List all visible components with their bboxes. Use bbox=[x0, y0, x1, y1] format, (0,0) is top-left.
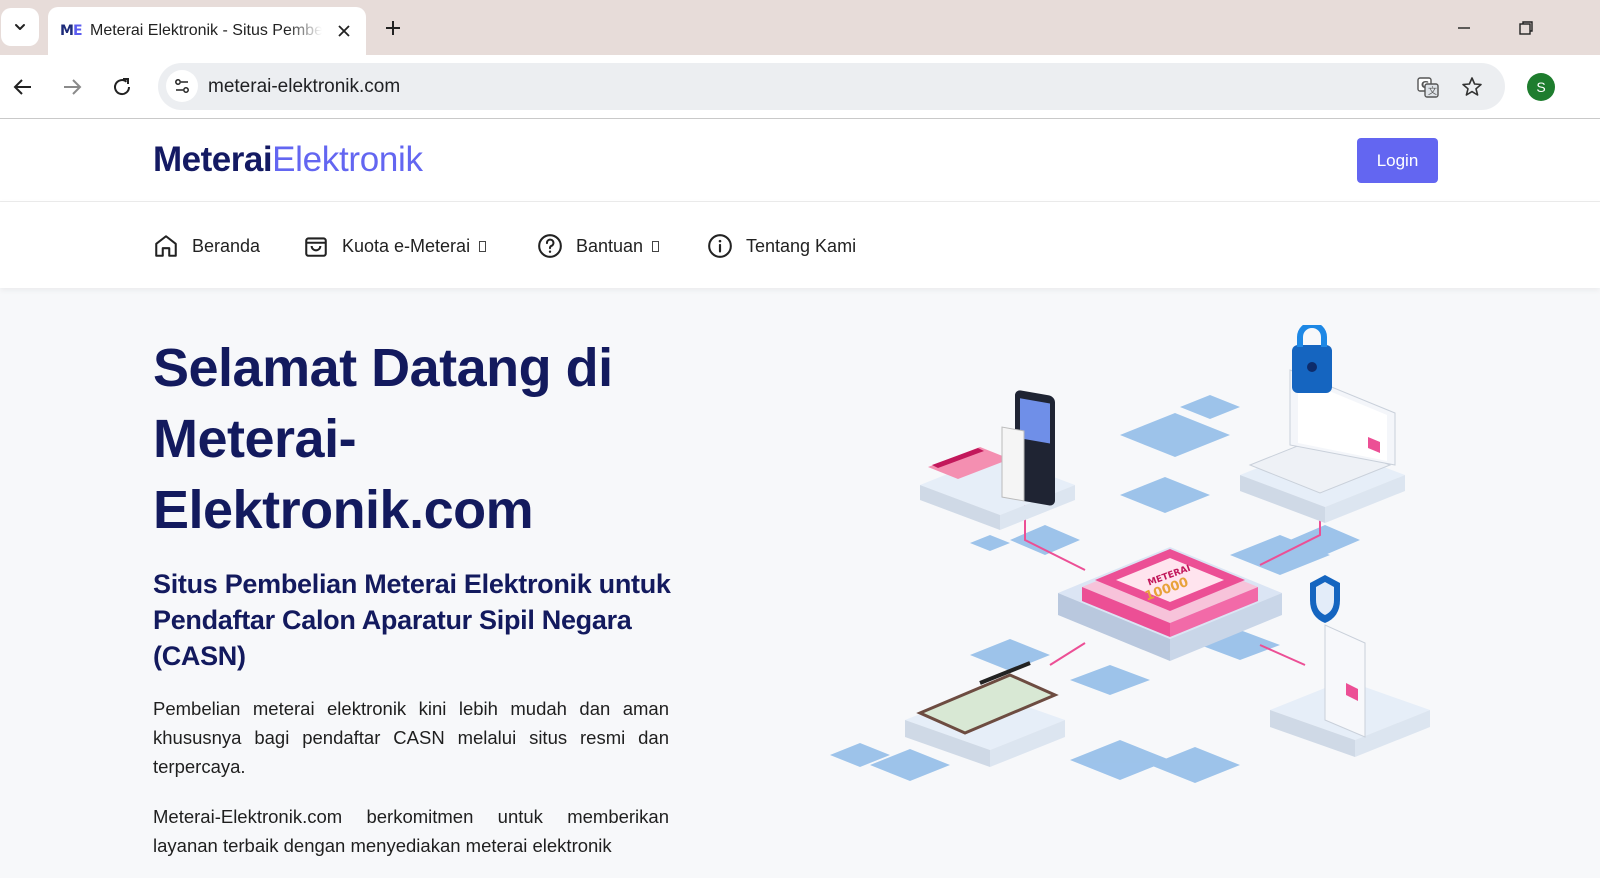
laptop-platform bbox=[1240, 325, 1405, 523]
tab-close-button[interactable] bbox=[332, 19, 356, 43]
hero-title: Selamat Datang di Meterai-Elektronik.com bbox=[153, 338, 613, 540]
nav-label: Kuota e-Meterai bbox=[342, 235, 471, 256]
dropdown-caret-icon bbox=[652, 240, 660, 252]
new-tab-button[interactable] bbox=[380, 15, 406, 41]
login-button[interactable]: Login bbox=[1357, 138, 1438, 183]
nav-label: Bantuan bbox=[576, 235, 644, 256]
hero-paragraph-1: Pembelian meterai elektronik kini lebih … bbox=[153, 698, 669, 777]
back-button[interactable] bbox=[7, 71, 39, 103]
translate-icon: G文 bbox=[1417, 77, 1439, 98]
nav-item-kuota-e-meterai[interactable]: Kuota e-Meterai bbox=[303, 232, 487, 260]
tab-search-button[interactable] bbox=[1, 8, 39, 46]
nav-item-beranda[interactable]: Beranda bbox=[153, 232, 260, 260]
shopping-bag-icon bbox=[305, 237, 327, 257]
tune-icon bbox=[175, 79, 189, 93]
hero-illustration: METERAI 10000 bbox=[830, 325, 1430, 783]
reload-button[interactable] bbox=[106, 71, 138, 103]
web-page: MeteraiElektronik Login Beranda Kuota e-… bbox=[0, 120, 1600, 878]
reload-icon bbox=[114, 78, 131, 96]
nav-label: Tentang Kami bbox=[746, 235, 857, 256]
home-icon bbox=[155, 235, 177, 257]
favicon: ME bbox=[60, 23, 82, 39]
dropdown-caret-icon bbox=[479, 240, 487, 252]
nav-item-tentang-kami[interactable]: Tentang Kami bbox=[707, 232, 856, 260]
browser-tab-active[interactable]: ME Meterai Elektronik - Situs Pembelian … bbox=[48, 7, 366, 55]
nav-label: Beranda bbox=[192, 235, 261, 256]
url-text[interactable]: meterai-elektronik.com bbox=[208, 76, 400, 98]
site-header: MeteraiElektronik Login bbox=[0, 120, 1600, 202]
info-circle-icon bbox=[708, 234, 732, 258]
chevron-down-icon bbox=[15, 24, 25, 30]
window-minimize-button[interactable] bbox=[1452, 16, 1476, 40]
arrow-left-icon bbox=[13, 79, 31, 95]
minimize-icon bbox=[1458, 27, 1470, 29]
window-restore-button[interactable] bbox=[1514, 16, 1538, 40]
bookmark-star-button[interactable] bbox=[1459, 74, 1485, 100]
browser-tabstrip: ME Meterai Elektronik - Situs Pembelian … bbox=[0, 0, 1600, 55]
plus-icon bbox=[386, 21, 400, 35]
browser-toolbar: meterai-elektronik.com G文 S bbox=[0, 55, 1600, 119]
cheque-platform bbox=[905, 661, 1065, 767]
tab-title: Meterai Elektronik - Situs Pembelian Met… bbox=[90, 22, 322, 39]
translate-button[interactable]: G文 bbox=[1415, 74, 1441, 100]
payment-platform bbox=[920, 390, 1075, 530]
site-info-button[interactable] bbox=[166, 70, 198, 102]
address-bar[interactable]: meterai-elektronik.com G文 bbox=[158, 63, 1505, 110]
logo-light-text: Elektronik bbox=[272, 140, 423, 179]
profile-avatar[interactable]: S bbox=[1527, 73, 1555, 101]
hero-subtitle: Situs Pembelian Meterai Elektronik untuk… bbox=[153, 569, 671, 671]
hero-paragraph-2: Meterai-Elektronik.com berkomitmen untuk… bbox=[153, 806, 669, 856]
nav-item-bantuan[interactable]: Bantuan bbox=[537, 232, 660, 260]
forward-button[interactable] bbox=[56, 71, 88, 103]
document-platform bbox=[1270, 575, 1430, 757]
arrow-right-icon bbox=[64, 79, 82, 95]
svg-text:文: 文 bbox=[1428, 85, 1437, 97]
site-logo[interactable]: MeteraiElektronik bbox=[153, 140, 423, 180]
restore-icon bbox=[1519, 21, 1533, 35]
main-navigation: Beranda Kuota e-Meterai Bantuan Tentang … bbox=[0, 202, 1600, 288]
logo-bold-text: Meterai bbox=[153, 140, 273, 179]
help-circle-icon bbox=[538, 234, 562, 258]
close-icon bbox=[338, 25, 350, 37]
star-icon bbox=[1462, 77, 1482, 96]
